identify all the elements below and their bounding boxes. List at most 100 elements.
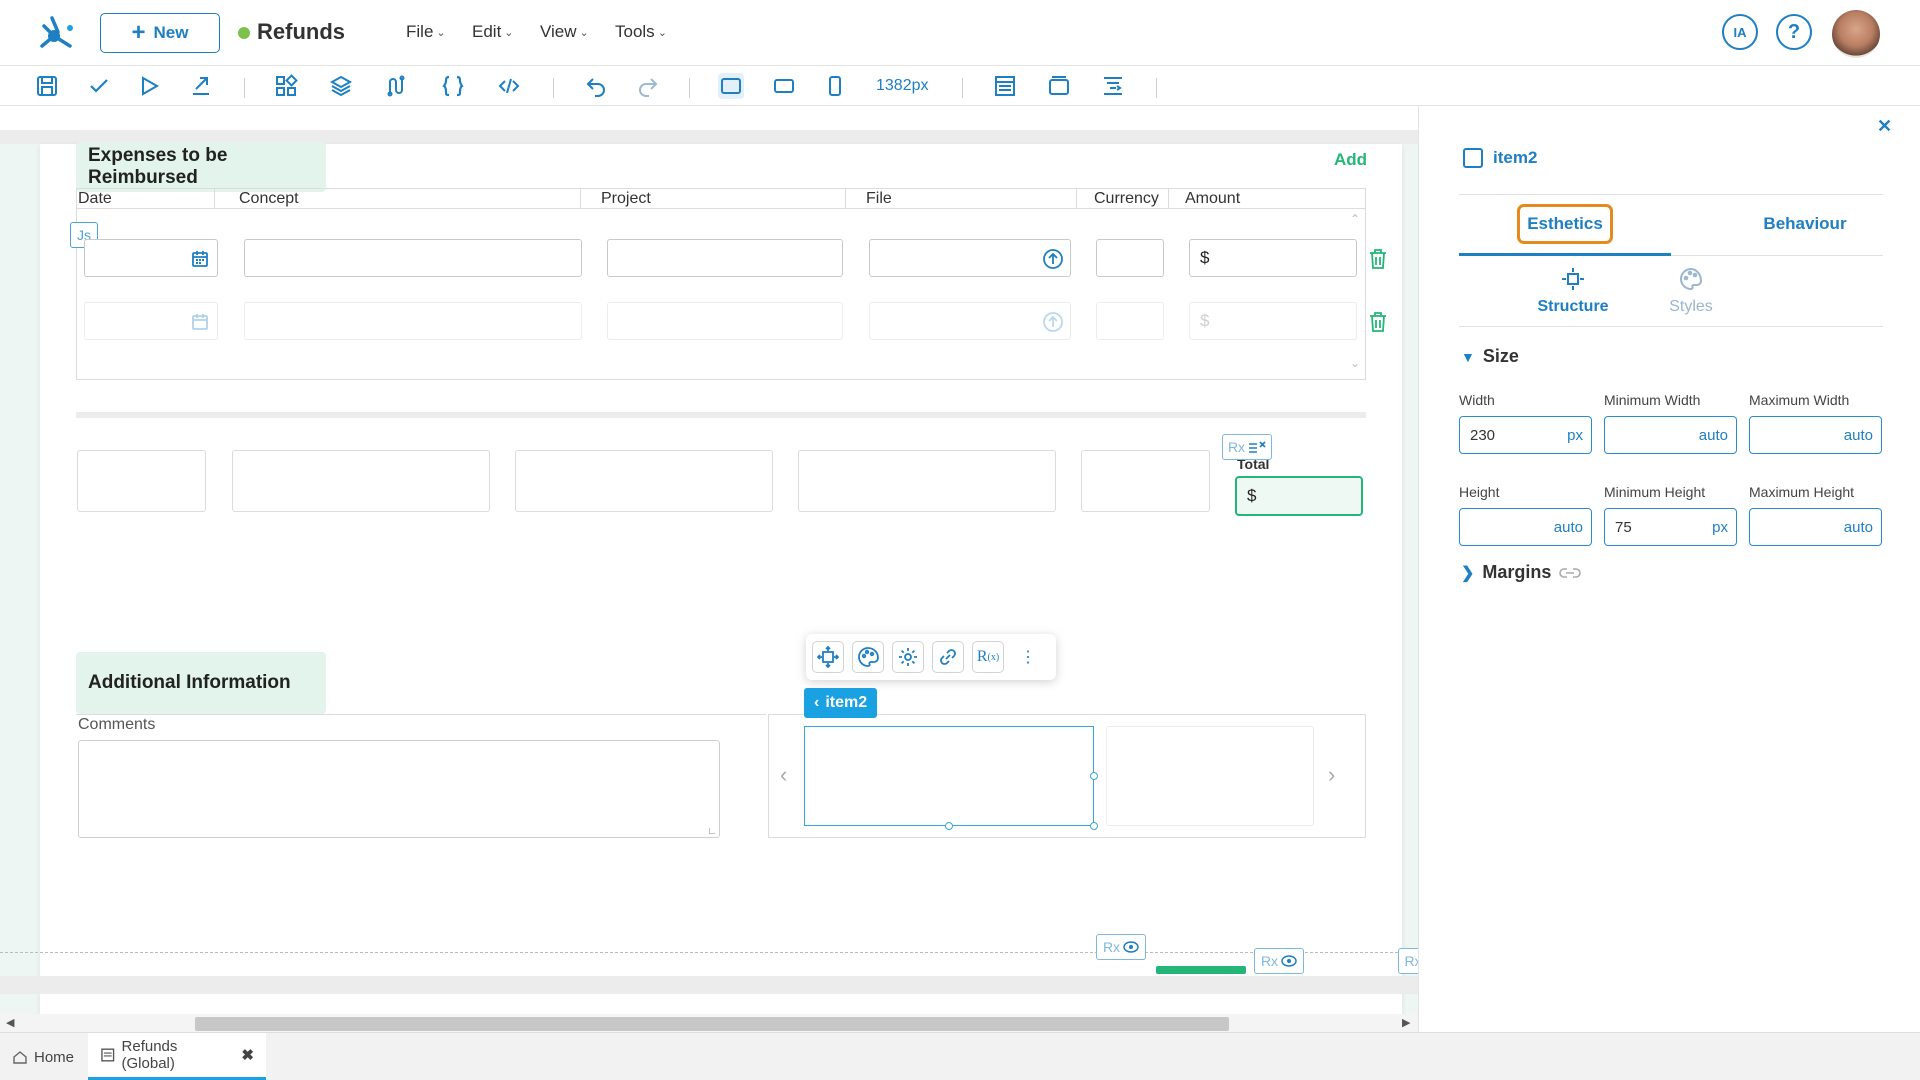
comments-textarea[interactable]: ∟ (78, 740, 720, 838)
scroll-right-icon[interactable]: ▶ (1402, 1016, 1410, 1029)
panel-divider (1459, 326, 1883, 327)
formula-icon (1249, 441, 1266, 453)
currency-input[interactable] (1096, 302, 1164, 340)
logo-icon[interactable] (36, 12, 78, 54)
publish-icon[interactable] (188, 73, 214, 99)
palette-icon[interactable] (852, 641, 884, 673)
trash-icon[interactable] (1368, 248, 1388, 270)
expenses-title[interactable]: Expenses to be Reimbursed (76, 142, 326, 192)
min-height-input[interactable]: 75 px (1604, 508, 1737, 546)
item-breadcrumb-chip[interactable]: ‹ item2 (804, 688, 878, 718)
close-icon[interactable]: ✕ (1877, 116, 1892, 137)
rx-formula-badge[interactable]: Rx (1222, 434, 1272, 460)
chevron-left-icon[interactable]: ‹ (780, 762, 787, 788)
max-height-input[interactable]: auto (1749, 508, 1882, 546)
redo-icon[interactable] (635, 73, 661, 99)
trash-icon[interactable] (1368, 311, 1388, 333)
amount-input[interactable]: $ (1189, 239, 1357, 277)
resize-handle[interactable] (1090, 772, 1098, 780)
play-icon[interactable] (136, 73, 162, 99)
concept-input[interactable] (244, 302, 582, 340)
design-canvas[interactable]: Expenses to be Reimbursed Add Date Conce… (0, 106, 1418, 1024)
height-input[interactable]: auto (1459, 508, 1592, 546)
rx-function-icon[interactable]: R (x) (972, 641, 1004, 673)
rx-visibility-badge[interactable]: Rx (1254, 948, 1304, 974)
menu-edit[interactable]: Edit ⌄ (472, 22, 514, 42)
resize-handle[interactable] (945, 822, 953, 830)
help-icon[interactable]: ? (1776, 14, 1812, 50)
min-width-input[interactable]: auto (1604, 416, 1737, 454)
min-height-unit: px (1712, 519, 1728, 536)
tablet-view-icon[interactable] (771, 73, 797, 99)
currency-input[interactable] (1096, 239, 1164, 277)
calendar-icon[interactable] (191, 313, 209, 331)
green-bar (1156, 966, 1246, 974)
menu-file[interactable]: File ⌄ (406, 22, 446, 42)
close-icon[interactable]: ✖ (241, 1046, 254, 1064)
settings-icon[interactable] (892, 641, 924, 673)
project-input[interactable] (607, 239, 843, 277)
margins-section-header[interactable]: ❯ Margins (1461, 562, 1582, 583)
tab-home[interactable]: Home (0, 1033, 86, 1080)
new-button[interactable]: + New (100, 13, 220, 53)
chevron-right-icon[interactable]: › (1328, 762, 1335, 788)
scroll-left-icon[interactable]: ◀ (6, 1016, 14, 1029)
width-input[interactable]: 230 px (1459, 416, 1592, 454)
upload-icon[interactable] (1042, 311, 1064, 333)
plus-icon: + (131, 19, 146, 46)
toolbar-divider (689, 78, 690, 98)
amount-input[interactable]: $ (1189, 302, 1357, 340)
controls-icon[interactable] (273, 73, 299, 99)
desktop-view-icon[interactable] (718, 73, 744, 99)
tab-behaviour[interactable]: Behaviour (1735, 204, 1875, 244)
move-icon[interactable] (812, 641, 844, 673)
avatar[interactable] (1832, 10, 1880, 58)
horizontal-scrollbar[interactable]: ◀ ▶ (0, 1014, 1418, 1032)
mobile-view-icon[interactable] (822, 73, 848, 99)
menu-tools[interactable]: Tools ⌄ (615, 22, 667, 42)
concept-input[interactable] (244, 239, 582, 277)
file-input[interactable] (869, 239, 1071, 277)
menu-view-label: View (540, 22, 577, 41)
calendar-icon[interactable] (191, 250, 209, 268)
braces-icon[interactable] (440, 73, 466, 99)
upload-icon[interactable] (1042, 248, 1064, 270)
tab-refunds[interactable]: Refunds (Global) ✖ (88, 1033, 266, 1080)
max-width-input[interactable]: auto (1749, 416, 1882, 454)
additional-title[interactable]: Additional Information (76, 652, 326, 714)
scroll-down-icon[interactable]: ⌄ (1350, 356, 1360, 370)
project-input[interactable] (607, 302, 843, 340)
scroll-up-icon[interactable]: ⌃ (1350, 212, 1360, 226)
form-layout-icon[interactable] (992, 73, 1018, 99)
subtab-structure[interactable]: Structure (1513, 266, 1633, 316)
container-icon[interactable] (1046, 73, 1072, 99)
align-icon[interactable] (1100, 73, 1126, 99)
total-amount-field[interactable]: $ (1235, 476, 1363, 516)
scrollbar-thumb[interactable] (195, 1017, 1229, 1031)
flow-icon[interactable] (383, 73, 409, 99)
undo-icon[interactable] (583, 73, 609, 99)
ia-icon[interactable]: IA (1722, 14, 1758, 50)
selected-element[interactable] (804, 726, 1098, 830)
new-button-label: New (153, 23, 189, 42)
resize-handle-icon[interactable]: ∟ (707, 826, 717, 837)
check-icon[interactable] (86, 73, 112, 99)
menu-view[interactable]: View ⌄ (540, 22, 589, 42)
resize-handle[interactable] (1090, 822, 1098, 830)
layers-icon[interactable] (328, 73, 354, 99)
max-height-value: auto (1843, 519, 1873, 536)
add-link[interactable]: Add (1334, 150, 1367, 170)
file-input[interactable] (869, 302, 1071, 340)
code-icon[interactable] (496, 73, 522, 99)
link-icon[interactable] (932, 641, 964, 673)
carousel-item[interactable] (1106, 726, 1314, 826)
save-icon[interactable] (34, 73, 60, 99)
size-section-header[interactable]: ▼ Size (1461, 346, 1519, 367)
subtab-styles[interactable]: Styles (1631, 266, 1751, 316)
tab-esthetics[interactable]: Esthetics (1517, 204, 1613, 244)
rx-visibility-badge[interactable]: Rx (1096, 934, 1146, 960)
date-input[interactable] (84, 302, 218, 340)
date-input[interactable] (84, 239, 218, 277)
more-options-icon[interactable]: ⋮ (1012, 641, 1044, 673)
rx-visibility-badge[interactable]: Rx (1398, 948, 1418, 974)
